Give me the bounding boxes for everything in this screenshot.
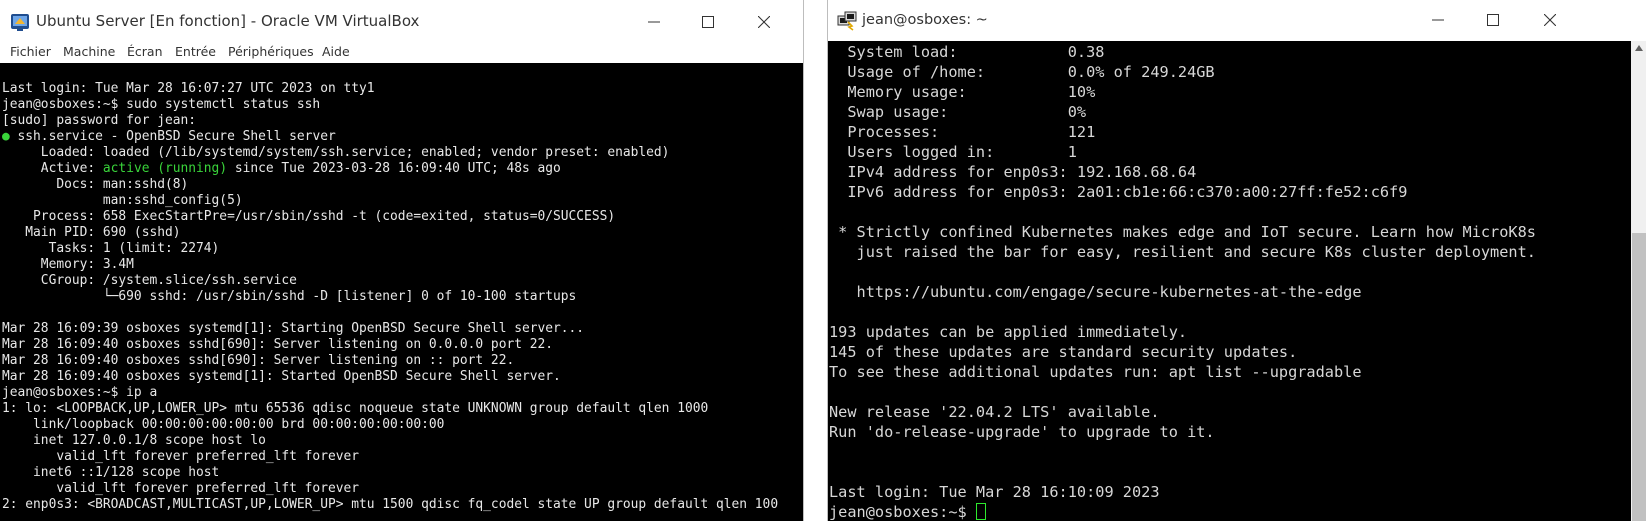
console-line: link/loopback 00:00:00:00:00:00 brd 00:0… (2, 417, 445, 432)
putty-titlebar[interactable]: jean@osboxes: ~ (828, 0, 1646, 41)
minimize-icon (648, 21, 660, 23)
menu-entree[interactable]: Entrée (175, 44, 216, 59)
maximize-button[interactable] (686, 8, 730, 36)
terminal-line: 145 of these updates are standard securi… (829, 343, 1298, 361)
terminal-line: 193 updates can be applied immediately. (829, 323, 1188, 341)
terminal-line: IPv6 address for enp0s3: 2a01:cb1e:66:c3… (829, 183, 1408, 201)
terminal-line: To see these additional updates run: apt… (829, 363, 1362, 381)
console-line: Loaded: loaded (/lib/systemd/system/ssh.… (2, 145, 670, 160)
vm-console-output: Last login: Tue Mar 28 16:07:27 UTC 2023… (2, 81, 778, 513)
console-line: Process: 658 ExecStartPre=/usr/sbin/sshd… (2, 209, 616, 224)
console-line: Last login: Tue Mar 28 16:07:27 UTC 2023… (2, 81, 375, 96)
console-line: 2: enp0s3: <BROADCAST,MULTICAST,UP,LOWER… (2, 497, 779, 512)
console-line: Tasks: 1 (limit: 2274) (2, 241, 220, 256)
console-line: since Tue 2023-03-28 16:09:40 UTC; 48s a… (227, 161, 561, 176)
terminal-line: just raised the bar for easy, resilient … (829, 243, 1536, 261)
console-line: man:sshd_config(5) (2, 193, 243, 208)
console-line: Mar 28 16:09:40 osboxes sshd[690]: Serve… (2, 337, 554, 352)
console-line: [sudo] password for jean: (2, 113, 197, 128)
terminal-line: Last login: Tue Mar 28 16:10:09 2023 (829, 483, 1160, 501)
console-line: CGroup: /system.slice/ssh.service (2, 273, 297, 288)
terminal-line: Users logged in: 1 (829, 143, 1077, 161)
virtualbox-titlebar[interactable]: Ubuntu Server [En fonction] - Oracle VM … (0, 0, 803, 43)
terminal-line: Swap usage: 0% (829, 103, 1087, 121)
terminal-line: System load: 0.38 (829, 43, 1105, 61)
console-line: Memory: 3.4M (2, 257, 134, 272)
console-line: inet6 ::1/128 scope host (2, 465, 220, 480)
close-button[interactable] (742, 8, 786, 36)
console-line: └─690 sshd: /usr/sbin/sshd -D [listener]… (2, 289, 577, 304)
close-button[interactable] (1528, 6, 1572, 34)
putty-window: jean@osboxes: ~ System load: 0.38 Usage … (827, 0, 1646, 521)
shell-prompt: jean@osboxes:~$ (829, 503, 976, 521)
active-state: active (running) (102, 161, 228, 176)
menu-bar: Fichier Machine Écran Entrée Périphériqu… (0, 43, 803, 63)
terminal-line: IPv4 address for enp0s3: 192.168.68.64 (829, 163, 1197, 181)
console-line: Active: (2, 161, 103, 176)
scroll-up-arrow-icon[interactable] (1635, 45, 1643, 51)
menu-machine[interactable]: Machine (63, 44, 115, 59)
menu-aide[interactable]: Aide (322, 44, 350, 59)
terminal-line: https://ubuntu.com/engage/secure-kuberne… (829, 283, 1362, 301)
terminal-line: Usage of /home: 0.0% of 249.24GB (829, 63, 1215, 81)
window-title: jean@osboxes: ~ (862, 12, 988, 28)
console-line: Mar 28 16:09:40 osboxes systemd[1]: Star… (2, 369, 561, 384)
terminal-line: Memory usage: 10% (829, 83, 1096, 101)
console-line: Docs: man:sshd(8) (2, 177, 189, 192)
maximize-button[interactable] (1471, 6, 1515, 34)
console-line: inet 127.0.0.1/8 scope host lo (2, 433, 266, 448)
terminal-line: Run 'do-release-upgrade' to upgrade to i… (829, 423, 1215, 441)
minimize-button[interactable] (1416, 6, 1460, 34)
close-icon (758, 16, 770, 28)
console-line: Mar 28 16:09:39 osboxes systemd[1]: Star… (2, 321, 585, 336)
console-line: valid_lft forever preferred_lft forever (2, 481, 359, 496)
virtualbox-window: Ubuntu Server [En fonction] - Oracle VM … (0, 0, 804, 521)
terminal-scrollbar[interactable] (1631, 41, 1646, 521)
minimize-icon (1432, 19, 1444, 21)
menu-fichier[interactable]: Fichier (10, 44, 51, 59)
console-line: 1: lo: <LOOPBACK,UP,LOWER_UP> mtu 65536 … (2, 401, 709, 416)
terminal-line: * Strictly confined Kubernetes makes edg… (829, 223, 1536, 241)
console-line: jean@osboxes:~$ ip a (2, 385, 158, 400)
console-line: Main PID: 690 (sshd) (2, 225, 181, 240)
menu-peripheriques[interactable]: Périphériques (228, 44, 314, 59)
putty-terminal[interactable]: System load: 0.38 Usage of /home: 0.0% o… (828, 41, 1631, 521)
vm-console-screen[interactable]: Last login: Tue Mar 28 16:07:27 UTC 2023… (0, 63, 803, 521)
virtualbox-app-icon (10, 12, 30, 32)
putty-app-icon (836, 10, 857, 31)
console-line: jean@osboxes:~$ sudo systemctl status ss… (2, 97, 321, 112)
terminal-line: Processes: 121 (829, 123, 1096, 141)
service-status-dot: ● (2, 129, 10, 144)
terminal-cursor[interactable] (975, 503, 986, 520)
window-title: Ubuntu Server [En fonction] - Oracle VM … (36, 12, 420, 30)
close-icon (1544, 14, 1556, 26)
menu-ecran[interactable]: Écran (127, 44, 163, 59)
terminal-line: New release '22.04.2 LTS' available. (829, 403, 1160, 421)
maximize-icon (702, 16, 714, 28)
maximize-icon (1487, 14, 1499, 26)
console-line: Mar 28 16:09:40 osboxes sshd[690]: Serve… (2, 353, 515, 368)
console-line: ssh.service - OpenBSD Secure Shell serve… (9, 129, 336, 144)
minimize-button[interactable] (632, 8, 676, 36)
terminal-output: System load: 0.38 Usage of /home: 0.0% o… (829, 42, 1536, 521)
console-line: valid_lft forever preferred_lft forever (2, 449, 359, 464)
scrollbar-thumb[interactable] (1632, 233, 1646, 521)
